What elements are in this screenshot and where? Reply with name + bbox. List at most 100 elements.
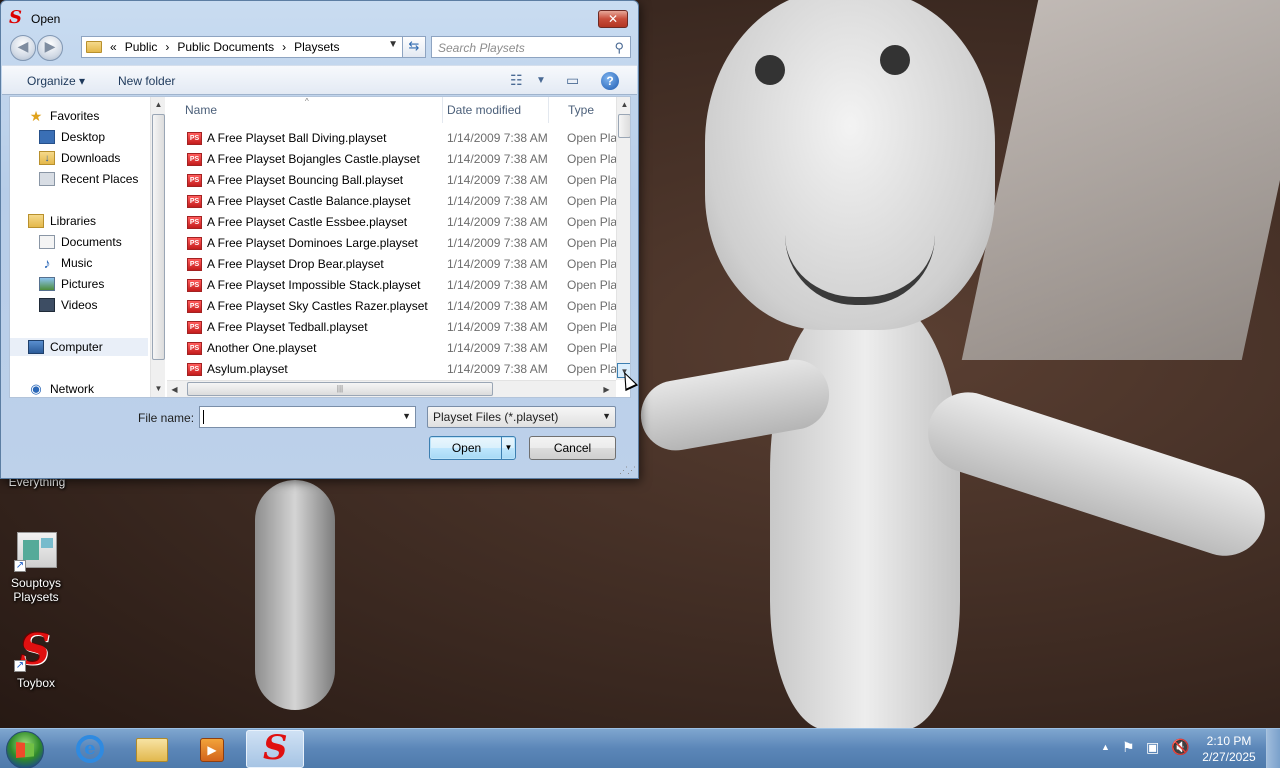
folder-icon <box>86 41 102 53</box>
chevron-down-icon[interactable]: ▼ <box>536 75 546 86</box>
file-name: A Free Playset Drop Bear.playset <box>207 257 384 271</box>
breadcrumb-playsets[interactable]: Playsets <box>294 40 339 54</box>
nav-favorites[interactable]: ★ Favorites <box>28 109 100 123</box>
nav-music[interactable]: ♪ Music <box>39 256 93 270</box>
playset-file-icon: PS <box>187 216 202 229</box>
show-hidden-icons-icon[interactable]: ▲ <box>1101 742 1110 768</box>
nav-libraries[interactable]: Libraries <box>28 214 96 228</box>
breadcrumb-public-documents[interactable]: Public Documents <box>177 40 274 54</box>
file-row[interactable]: PS A Free Playset Dominoes Large.playset 1… <box>167 233 617 254</box>
scroll-down-icon[interactable]: ▼ <box>151 381 165 396</box>
file-date-modified: 1/14/2009 7:38 AM <box>447 362 548 376</box>
organize-button[interactable]: Organize ▾ <box>27 74 85 88</box>
cancel-button[interactable]: Cancel <box>529 436 616 460</box>
file-date-modified: 1/14/2009 7:38 AM <box>447 257 548 271</box>
file-type: Open Pla <box>567 215 617 229</box>
file-name: A Free Playset Dominoes Large.playset <box>207 236 418 250</box>
toybox-s-icon: S ↗ <box>14 625 51 674</box>
nav-recent-places[interactable]: Recent Places <box>39 172 138 186</box>
breadcrumb-overflow[interactable]: « <box>110 40 117 54</box>
taskbar: e ▶ S ▲ ⚑ ▣ 🔇 2:10 PM 2/27/2025 <box>0 728 1280 768</box>
file-row[interactable]: PS A Free Playset Drop Bear.playset 1/14/2… <box>167 254 617 275</box>
nav-videos[interactable]: Videos <box>39 298 97 312</box>
nav-network[interactable]: ◉ Network <box>28 382 94 397</box>
pictures-icon <box>39 277 55 291</box>
file-row[interactable]: PS A Free Playset Bouncing Ball.playset 1/… <box>167 170 617 191</box>
column-header-type[interactable]: Type <box>550 97 620 123</box>
nav-downloads[interactable]: ↓ Downloads <box>39 151 120 165</box>
open-button[interactable]: Open ▼ <box>429 436 516 460</box>
taskbar-media-player[interactable]: ▶ <box>183 730 241 768</box>
file-name-field[interactable]: ▼ <box>199 406 416 428</box>
file-list-vertical-scrollbar[interactable]: ▲ ▼ <box>616 97 630 380</box>
breadcrumb-public[interactable]: Public <box>125 40 158 54</box>
file-list-horizontal-scrollbar[interactable]: ◀ ||| ▶ <box>167 380 616 397</box>
videos-icon <box>39 298 55 312</box>
file-date-modified: 1/14/2009 7:38 AM <box>447 320 548 334</box>
column-header-date[interactable]: Date modified <box>429 97 549 123</box>
view-options-icon[interactable]: ☷ <box>510 72 523 89</box>
file-row[interactable]: PS A Free Playset Castle Essbee.playset 1/… <box>167 212 617 233</box>
scroll-left-icon[interactable]: ◀ <box>167 382 182 397</box>
nav-desktop[interactable]: Desktop <box>39 130 105 144</box>
action-center-flag-icon[interactable]: ⚑ <box>1122 739 1135 768</box>
forward-button[interactable]: ▶ <box>37 35 63 61</box>
file-type-filter[interactable]: Playset Files (*.playset) ▼ <box>427 406 616 428</box>
taskbar-windows-explorer[interactable] <box>122 730 180 768</box>
refresh-button[interactable]: ⇆ <box>402 36 426 58</box>
help-icon[interactable]: ? <box>601 72 619 90</box>
nav-pictures[interactable]: Pictures <box>39 277 104 291</box>
address-row: ◀ ▶ « Public › Public Documents › Playse… <box>10 34 631 61</box>
preview-pane-icon[interactable]: ▭ <box>566 72 579 89</box>
scroll-up-icon[interactable]: ▲ <box>151 97 165 112</box>
network-status-icon[interactable]: ▣ <box>1146 739 1159 768</box>
title-bar[interactable]: S Open ✕ <box>1 1 638 33</box>
taskbar-internet-explorer[interactable]: e <box>61 730 119 768</box>
nav-scrollbar[interactable]: ▲ ▼ <box>150 97 165 397</box>
file-row[interactable]: PS Asylum.playset 1/14/2009 7:38 AM Open Pl… <box>167 359 617 380</box>
scroll-right-icon[interactable]: ▶ <box>599 382 614 397</box>
libraries-icon <box>28 214 44 228</box>
open-options-chevron-icon[interactable]: ▼ <box>501 437 515 459</box>
clock[interactable]: 2:10 PM 2/27/2025 <box>1200 734 1258 764</box>
file-date-modified: 1/14/2009 7:38 AM <box>447 278 548 292</box>
file-row[interactable]: PS A Free Playset Castle Balance.playset 1… <box>167 191 617 212</box>
volume-muted-icon[interactable]: 🔇 <box>1171 738 1190 768</box>
nav-documents[interactable]: Documents <box>39 235 122 249</box>
playset-file-icon: PS <box>187 237 202 250</box>
scroll-up-icon[interactable]: ▲ <box>617 97 630 112</box>
file-name: A Free Playset Sky Castles Razer.playset <box>207 299 428 313</box>
file-row[interactable]: PS A Free Playset Sky Castles Razer.plays… <box>167 296 617 317</box>
file-date-modified: 1/14/2009 7:38 AM <box>447 194 548 208</box>
file-row[interactable]: PS A Free Playset Ball Diving.playset 1/14… <box>167 128 617 149</box>
new-folder-button[interactable]: New folder <box>118 74 175 88</box>
nav-computer[interactable]: Computer <box>28 340 103 354</box>
file-row[interactable]: PS A Free Playset Bojangles Castle.playse… <box>167 149 617 170</box>
desktop-icon-souptoys-playsets[interactable]: ↗ Souptoys Playsets <box>0 532 72 604</box>
horizontal-scroll-thumb[interactable]: ||| <box>187 382 493 396</box>
show-desktop-button[interactable] <box>1266 729 1280 768</box>
chevron-down-icon[interactable]: ▼ <box>388 39 398 50</box>
search-input[interactable]: Search Playsets ⚲ <box>431 36 631 58</box>
desktop-icon-toybox[interactable]: S ↗ Toybox <box>0 625 72 690</box>
column-header-name[interactable]: ^ Name <box>167 97 443 123</box>
address-bar[interactable]: « Public › Public Documents › Playsets ▼ <box>81 36 403 58</box>
downloads-icon: ↓ <box>39 151 55 165</box>
nav-label: Music <box>61 256 93 270</box>
playsets-shortcut-icon: ↗ <box>14 532 58 572</box>
nav-label: Desktop <box>61 130 106 144</box>
taskbar-toybox-active[interactable]: S <box>246 729 304 768</box>
chevron-down-icon[interactable]: ▼ <box>402 411 411 421</box>
file-row[interactable]: PS Another One.playset 1/14/2009 7:38 AM Op… <box>167 338 617 359</box>
close-button[interactable]: ✕ <box>598 10 628 28</box>
nav-scroll-thumb[interactable] <box>152 114 165 360</box>
resize-grip-icon[interactable]: ⋰⋰ <box>619 465 636 476</box>
file-row[interactable]: PS A Free Playset Tedball.playset 1/14/200… <box>167 317 617 338</box>
nav-label: Recent Places <box>61 172 139 186</box>
file-name: Another One.playset <box>207 341 317 355</box>
start-button[interactable] <box>6 731 44 768</box>
internet-explorer-icon: e <box>76 735 104 763</box>
file-row[interactable]: PS A Free Playset Impossible Stack.playse… <box>167 275 617 296</box>
vertical-scroll-thumb[interactable] <box>618 114 630 138</box>
back-button[interactable]: ◀ <box>10 35 36 61</box>
